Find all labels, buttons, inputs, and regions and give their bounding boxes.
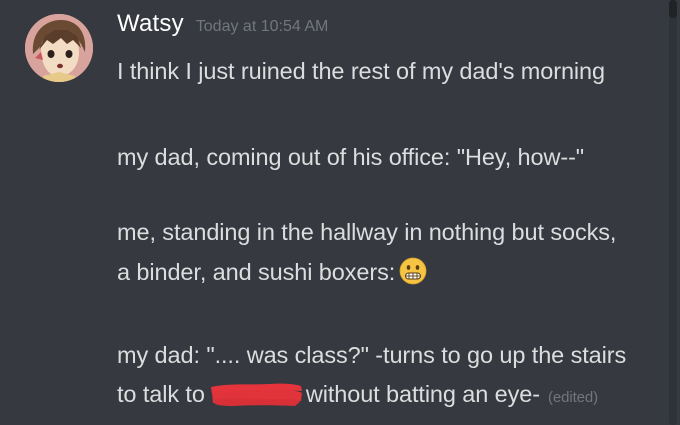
username[interactable]: Watsy: [117, 10, 184, 38]
message-line-with-redaction: to talk to without batting an eye- (edite…: [117, 378, 598, 414]
message-line: my dad: ".... was class?" -turns to go u…: [117, 342, 627, 368]
message-line-text: without batting an eye-: [305, 381, 540, 407]
message-header: Watsy Today at 10:54 AM: [117, 10, 328, 44]
scrollbar-track[interactable]: [669, 0, 677, 425]
message-line-text: a binder, and sushi boxers:: [117, 259, 396, 285]
message-line: my dad, coming out of his office: "Hey, …: [117, 144, 585, 170]
chat-message: Watsy Today at 10:54 AM I think I just r…: [0, 0, 680, 425]
grimacing-face-emoji-icon: [399, 257, 427, 285]
message-line: I think I just ruined the rest of my dad…: [117, 58, 605, 84]
message-line-text: to talk to: [117, 381, 205, 407]
message-line: me, standing in the hallway in nothing b…: [117, 219, 617, 245]
red-scribble-redaction: [209, 381, 303, 407]
avatar-illustration: [25, 14, 93, 82]
message-line-with-emoji: a binder, and sushi boxers:: [117, 256, 427, 288]
edited-label: (edited): [548, 389, 599, 406]
scrollbar-thumb[interactable]: [669, 0, 677, 18]
user-avatar[interactable]: [25, 14, 93, 82]
message-timestamp: Today at 10:54 AM: [195, 18, 329, 35]
